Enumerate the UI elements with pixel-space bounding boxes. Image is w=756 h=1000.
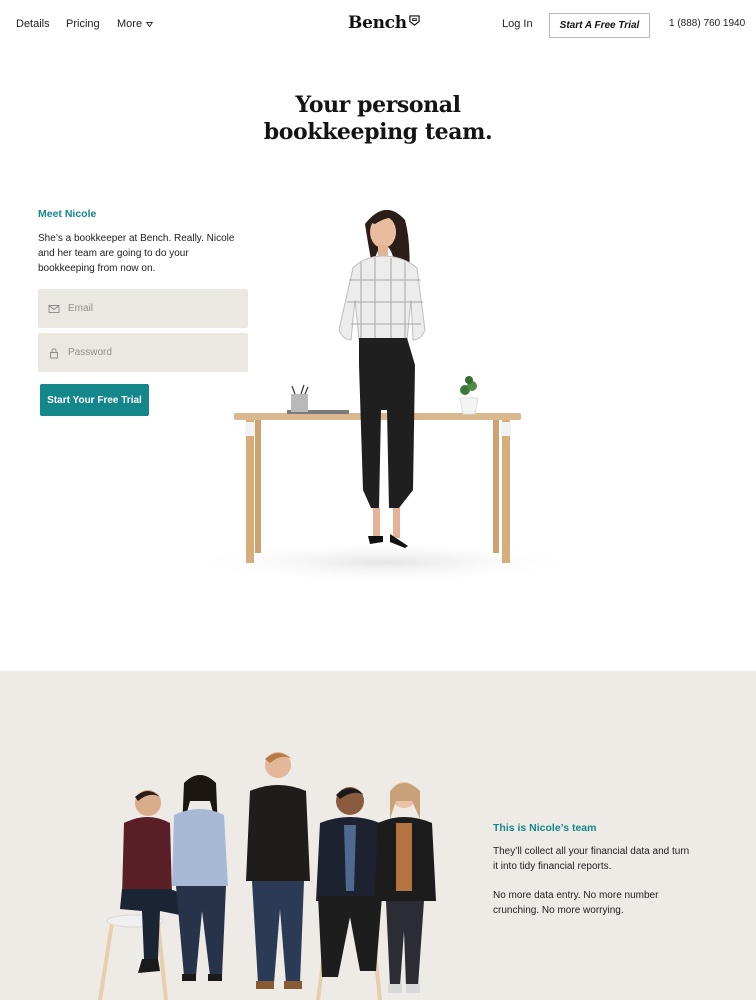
leg-cap bbox=[501, 422, 511, 436]
desk-leg bbox=[246, 420, 254, 563]
team-member bbox=[374, 782, 436, 993]
hero-title: Your personal bookkeeping team. bbox=[0, 92, 756, 146]
team-section bbox=[0, 671, 756, 1000]
nav-details-link[interactable]: Details bbox=[16, 18, 50, 30]
bench-logo[interactable]: Bench bbox=[348, 13, 420, 33]
phone-number[interactable]: 1 (888) 760 1940 bbox=[669, 18, 745, 29]
brand-name: Bench bbox=[348, 13, 407, 33]
desk-leg bbox=[255, 420, 261, 553]
team-photo bbox=[98, 752, 436, 1000]
nav-pricing-link[interactable]: Pricing bbox=[66, 18, 100, 30]
pen-cup bbox=[291, 394, 308, 412]
team-member bbox=[172, 775, 228, 981]
nav-more-menu[interactable]: More bbox=[117, 18, 154, 30]
plant-pot bbox=[459, 397, 479, 415]
leg-cap bbox=[245, 422, 255, 436]
signup-heading: Meet Nicole bbox=[38, 208, 97, 220]
bench-mark-icon bbox=[409, 15, 420, 26]
start-free-trial-button[interactable]: Start Your Free Trial bbox=[40, 384, 149, 416]
nicole-photo bbox=[185, 209, 585, 584]
hero-title-line2: bookkeeping team. bbox=[263, 119, 493, 145]
lock-icon bbox=[48, 347, 60, 359]
black-pants bbox=[359, 338, 415, 508]
team-heading: This is Nicole’s team bbox=[493, 822, 597, 834]
top-navigation: Details Pricing More Bench Log In Start … bbox=[0, 0, 756, 50]
team-paragraph-1: They’ll collect all your financial data … bbox=[493, 846, 690, 872]
envelope-icon bbox=[48, 303, 60, 315]
floor-shadow bbox=[185, 540, 585, 584]
plaid-shirt bbox=[338, 255, 426, 341]
team-member bbox=[316, 787, 384, 1000]
header-free-trial-button[interactable]: Start A Free Trial bbox=[549, 13, 650, 38]
nav-more-label: More bbox=[117, 18, 143, 30]
login-link[interactable]: Log In bbox=[502, 18, 533, 30]
team-member bbox=[246, 752, 310, 989]
team-paragraph-2: No more data entry. No more number crunc… bbox=[493, 890, 659, 916]
hero-title-line1: Your personal bbox=[295, 92, 461, 118]
desk-leg bbox=[502, 420, 510, 563]
chevron-down-icon bbox=[146, 21, 154, 27]
desk-leg bbox=[493, 420, 499, 553]
